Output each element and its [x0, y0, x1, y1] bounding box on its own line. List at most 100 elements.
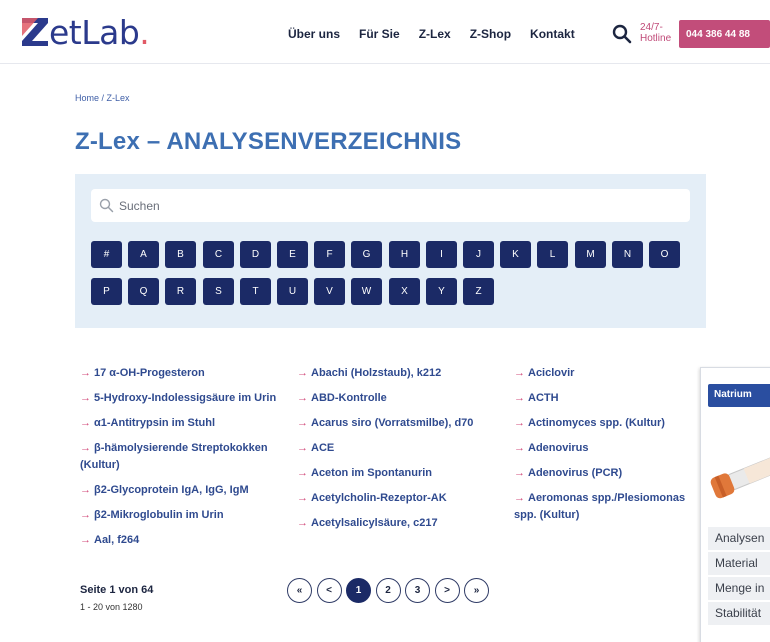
- nav-kontakt[interactable]: Kontakt: [530, 27, 575, 41]
- letter-button-y[interactable]: Y: [426, 278, 457, 305]
- analysis-link[interactable]: → Aeromonas spp./Plesiomonas spp. (Kultur…: [514, 490, 709, 524]
- letter-button-k[interactable]: K: [500, 241, 531, 268]
- nav-fuer-sie[interactable]: Für Sie: [359, 27, 400, 41]
- analysis-link[interactable]: → Adenovirus (PCR): [514, 465, 709, 482]
- nav-z-lex[interactable]: Z-Lex: [419, 27, 451, 41]
- letter-button-e[interactable]: E: [277, 241, 308, 268]
- analysis-link[interactable]: → Acarus siro (Vorratsmilbe), d70: [297, 415, 502, 432]
- page-3-button[interactable]: 3: [405, 578, 430, 603]
- analysis-link[interactable]: → β2-Mikroglobulin im Urin: [80, 507, 280, 524]
- letter-button-l[interactable]: L: [537, 241, 568, 268]
- letter-button-u[interactable]: U: [277, 278, 308, 305]
- analysis-link-label: Aciclovir: [528, 367, 575, 379]
- logo-z-mark-icon: [22, 18, 48, 46]
- letter-button-o[interactable]: O: [649, 241, 680, 268]
- first-page-button[interactable]: «: [287, 578, 312, 603]
- arrow-right-icon: →: [297, 442, 308, 454]
- arrow-right-icon: →: [514, 467, 525, 479]
- page-1-button[interactable]: 1: [346, 578, 371, 603]
- letter-button-f[interactable]: F: [314, 241, 345, 268]
- analysis-column-2: → Abachi (Holzstaub), k212 → ABD-Kontrolle →…: [297, 365, 502, 540]
- analysis-link[interactable]: → β-hämolysierende Streptokokken (Kultur): [80, 440, 280, 474]
- analysis-link-label: Actinomyces spp. (Kultur): [528, 417, 665, 429]
- letter-button-m[interactable]: M: [575, 241, 606, 268]
- letter-button-s[interactable]: S: [203, 278, 234, 305]
- analysis-link[interactable]: → ABD-Kontrolle: [297, 390, 502, 407]
- card-row-menge: Menge in: [708, 576, 770, 600]
- prev-page-button[interactable]: <: [316, 578, 342, 603]
- letter-button-b[interactable]: B: [165, 241, 196, 268]
- analysis-link[interactable]: → ACE: [297, 440, 502, 457]
- analysis-link[interactable]: → ACTH: [514, 390, 709, 407]
- main-nav: Über uns Für Sie Z-Lex Z-Shop Kontakt: [288, 27, 594, 41]
- analysis-link[interactable]: → Acetylcholin-Rezeptor-AK: [297, 490, 502, 507]
- analysis-link-label: Acetylsalicylsäure, c217: [311, 517, 438, 529]
- letter-button-g[interactable]: G: [351, 241, 382, 268]
- arrow-right-icon: →: [80, 484, 91, 496]
- letter-button-c[interactable]: C: [203, 241, 234, 268]
- analysis-link[interactable]: → 17 α-OH-Progesteron: [80, 365, 280, 382]
- analysis-link-label: α1-Antitrypsin im Stuhl: [94, 417, 216, 429]
- analysis-link[interactable]: → 5-Hydroxy-Indolessigsäure im Urin: [80, 390, 280, 407]
- letter-button-q[interactable]: Q: [128, 278, 159, 305]
- analysis-link[interactable]: → Aceton im Spontanurin: [297, 465, 502, 482]
- letter-button-r[interactable]: R: [165, 278, 196, 305]
- analysis-link-label: Acetylcholin-Rezeptor-AK: [311, 492, 447, 504]
- search-box: [91, 189, 690, 222]
- letter-button-j[interactable]: J: [463, 241, 494, 268]
- page-2-button[interactable]: 2: [375, 578, 401, 603]
- logo[interactable]: etLab.: [22, 12, 150, 52]
- analysis-link-label: ABD-Kontrolle: [311, 392, 387, 404]
- arrow-right-icon: →: [80, 534, 91, 546]
- letter-button-w[interactable]: W: [351, 278, 382, 305]
- analysis-link[interactable]: → β2-Glycoprotein IgA, IgG, IgM: [80, 482, 280, 499]
- letter-button-h[interactable]: H: [389, 241, 420, 268]
- search-icon: [99, 198, 114, 213]
- analysis-link-label: Acarus siro (Vorratsmilbe), d70: [311, 417, 474, 429]
- search-icon[interactable]: [612, 24, 632, 44]
- page-title: Z-Lex – ANALYSENVERZEICHNIS: [75, 128, 462, 155]
- analysis-link[interactable]: → Aal, f264: [80, 532, 280, 549]
- analysis-link[interactable]: → Aciclovir: [514, 365, 709, 382]
- letter-button-d[interactable]: D: [240, 241, 271, 268]
- nav-z-shop[interactable]: Z-Shop: [470, 27, 511, 41]
- analysis-link[interactable]: → Adenovirus: [514, 440, 709, 457]
- arrow-right-icon: →: [514, 442, 525, 454]
- arrow-right-icon: →: [297, 467, 308, 479]
- hotline-number-button[interactable]: 044 386 44 88: [679, 20, 770, 48]
- card-row-stabilitaet: Stabilität: [708, 601, 770, 625]
- nav-ueber-uns[interactable]: Über uns: [288, 27, 340, 41]
- letter-button-a[interactable]: A: [128, 241, 159, 268]
- arrow-right-icon: →: [80, 392, 91, 404]
- arrow-right-icon: →: [514, 392, 525, 404]
- letter-button-v[interactable]: V: [314, 278, 345, 305]
- analysis-link-label: Aceton im Spontanurin: [311, 467, 432, 479]
- letter-button-hash[interactable]: #: [91, 241, 122, 268]
- letter-button-p[interactable]: P: [91, 278, 122, 305]
- card-tag: Natrium: [708, 384, 770, 407]
- analysis-link-label: Aeromonas spp./Plesiomonas spp. (Kultur): [514, 492, 686, 521]
- result-range: 1 - 20 von 1280: [80, 602, 143, 612]
- breadcrumb[interactable]: Home / Z-Lex: [75, 93, 130, 103]
- analysis-link-label: ACE: [311, 442, 335, 454]
- search-input[interactable]: [119, 189, 679, 222]
- last-page-button[interactable]: »: [464, 578, 489, 603]
- hotline-label: 24/7- Hotline: [640, 22, 672, 44]
- search-panel: #ABCDEFGHIJKLMNO PQRSTUVWXYZ: [75, 174, 706, 328]
- analysis-link[interactable]: → Abachi (Holzstaub), k212: [297, 365, 502, 382]
- analysis-link[interactable]: → Acetylsalicylsäure, c217: [297, 515, 502, 532]
- analysis-column-3: → Aciclovir → ACTH → Actinomyces spp. (Kultur…: [514, 365, 709, 532]
- arrow-right-icon: →: [80, 367, 91, 379]
- page-count: Seite 1 von 64: [80, 584, 154, 596]
- analysis-link[interactable]: → Actinomyces spp. (Kultur): [514, 415, 709, 432]
- next-page-button[interactable]: >: [434, 578, 460, 603]
- letter-button-i[interactable]: I: [426, 241, 457, 268]
- analysis-link[interactable]: → α1-Antitrypsin im Stuhl: [80, 415, 280, 432]
- analysis-preview-card: Natrium Analysen Material Menge in Stabi…: [700, 367, 770, 642]
- analysis-link-label: β-hämolysierende Streptokokken (Kultur): [80, 442, 268, 471]
- letter-button-z[interactable]: Z: [463, 278, 494, 305]
- letter-button-t[interactable]: T: [240, 278, 271, 305]
- logo-text: etLab.: [49, 12, 150, 52]
- letter-button-n[interactable]: N: [612, 241, 643, 268]
- letter-button-x[interactable]: X: [389, 278, 420, 305]
